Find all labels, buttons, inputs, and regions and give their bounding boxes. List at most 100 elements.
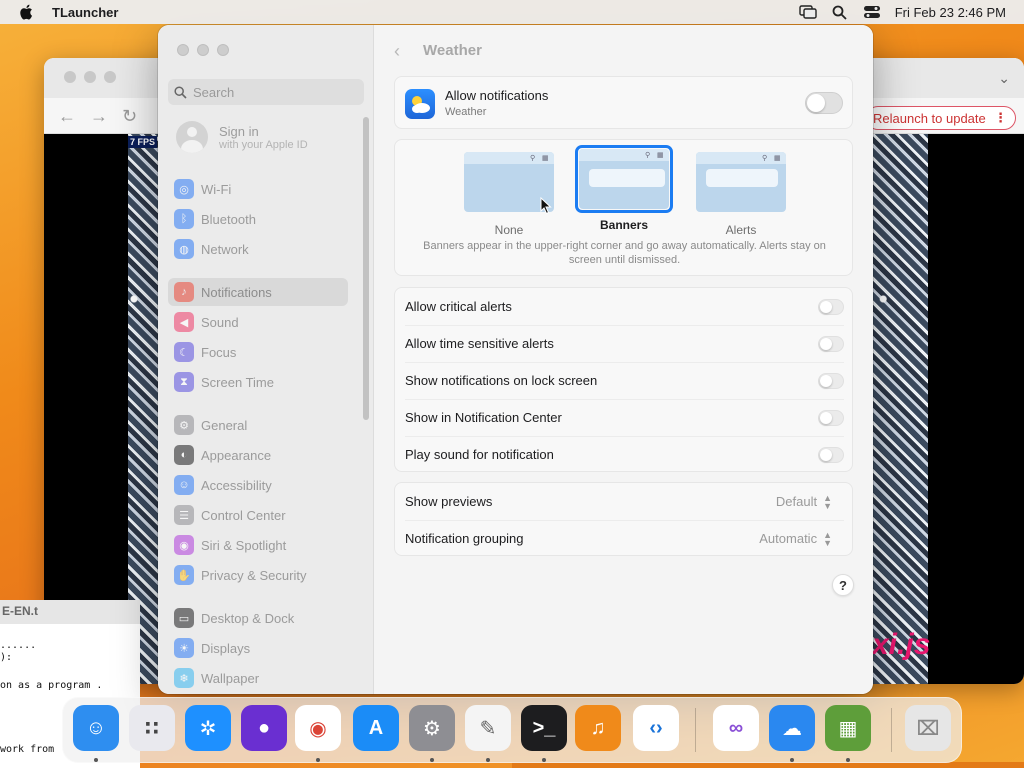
relaunch-update-button[interactable]: Relaunch to update ⋮: [866, 106, 1016, 130]
more-vert-icon[interactable]: ⋮: [994, 110, 1007, 126]
close-window-button[interactable]: [64, 71, 76, 83]
weather-icon[interactable]: ☁: [769, 705, 815, 751]
help-button[interactable]: ?: [832, 574, 854, 596]
notification-grouping-select[interactable]: Automatic ▲ ▼: [759, 530, 832, 547]
accessibility-icon: ☺: [174, 475, 194, 495]
app-name[interactable]: TLauncher: [52, 5, 118, 20]
chrome-icon[interactable]: ◉: [295, 705, 341, 751]
chevron-down-icon[interactable]: ⌄: [998, 70, 1010, 87]
hand-icon: ✋: [174, 565, 194, 585]
style-option-alerts[interactable]: ⚲ ▦ Alerts: [692, 148, 790, 237]
vscode-icon[interactable]: ‹›: [633, 705, 679, 751]
app-store-icon[interactable]: A: [353, 705, 399, 751]
trash-icon[interactable]: ⌧: [905, 705, 951, 751]
style-label-banners: Banners: [599, 218, 649, 232]
terminal-tab[interactable]: E-EN.t: [0, 600, 140, 624]
close-window-button[interactable]: [177, 44, 189, 56]
sidebar-item-network[interactable]: ◍ Network: [168, 235, 348, 263]
allow-notifications-toggle[interactable]: [805, 92, 843, 114]
sidebar-search[interactable]: [168, 79, 364, 105]
time-sensitive-toggle[interactable]: [818, 336, 844, 352]
spotlight-search-icon[interactable]: [831, 4, 849, 20]
screen-mirroring-icon[interactable]: [799, 4, 817, 20]
textedit-icon[interactable]: ✎: [465, 705, 511, 751]
play-sound-toggle[interactable]: [818, 447, 844, 463]
firefox-icon[interactable]: ●: [241, 705, 287, 751]
sidebar-item-accessibility[interactable]: ☺ Accessibility: [168, 471, 348, 499]
running-indicator: [542, 758, 546, 762]
sidebar-item-notifications[interactable]: ♪ Notifications: [168, 278, 348, 306]
safari-icon[interactable]: ✲: [185, 705, 231, 751]
sidebar-item-control-center[interactable]: ☰ Control Center: [168, 501, 348, 529]
option-row: Show previews Default ▲ ▼: [405, 483, 844, 520]
game-canvas-right: [872, 134, 928, 684]
sidebar-item-focus[interactable]: ☾ Focus: [168, 338, 348, 366]
sidebar-item-label: Accessibility: [201, 477, 272, 493]
sidebar-item-desktop-dock[interactable]: ▭ Desktop & Dock: [168, 604, 348, 632]
sidebar-item-bluetooth[interactable]: ᛒ Bluetooth: [168, 205, 348, 233]
dock-icon: ▭: [174, 608, 194, 628]
sidebar-item-label: Desktop & Dock: [201, 610, 295, 626]
launchpad-icon[interactable]: ∷: [129, 705, 175, 751]
sidebar-item-label: Notifications: [201, 284, 272, 300]
control-center-icon: ☰: [174, 505, 194, 525]
running-indicator: [430, 758, 434, 762]
pixi-logo: xi.js: [872, 628, 931, 661]
finder-icon[interactable]: ☺: [73, 705, 119, 751]
relaunch-label: Relaunch to update: [873, 110, 986, 126]
appearance-icon: ◐: [174, 445, 194, 465]
menu-clock[interactable]: Fri Feb 23 2:46 PM: [895, 5, 1006, 20]
back-chevron-icon[interactable]: ‹: [394, 41, 400, 62]
option-label: Allow critical alerts: [405, 299, 512, 314]
minimize-window-button[interactable]: [84, 71, 96, 83]
sidebar-item-screen-time[interactable]: ⧗ Screen Time: [168, 368, 348, 396]
option-label: Show notifications on lock screen: [405, 373, 598, 388]
sidebar-item-label: Siri & Spotlight: [201, 537, 287, 553]
apple-icon[interactable]: [18, 3, 36, 21]
back-icon[interactable]: ←: [58, 106, 76, 127]
sidebar-item-label: Control Center: [201, 507, 286, 523]
garageband-icon[interactable]: ♫: [575, 705, 621, 751]
show-previews-select[interactable]: Default ▲ ▼: [776, 493, 832, 510]
sidebar-item-siri-spotlight[interactable]: ◉ Siri & Spotlight: [168, 531, 348, 559]
sidebar-item-wallpaper[interactable]: ❄ Wallpaper: [168, 664, 348, 692]
sidebar-item-label: Wallpaper: [201, 670, 260, 686]
sidebar-item-appearance[interactable]: ◐ Appearance: [168, 441, 348, 469]
search-input[interactable]: [193, 84, 353, 100]
preview-grouping-card: Show previews Default ▲ ▼ Notification gr…: [394, 482, 853, 556]
sidebar-scrollbar[interactable]: [363, 117, 369, 420]
option-row: Notification grouping Automatic ▲ ▼: [405, 520, 844, 557]
sidebar-item-label: Bluetooth: [201, 211, 256, 227]
sidebar-item-wi-fi[interactable]: ◎ Wi-Fi: [168, 175, 348, 203]
settings-sidebar: Sign in with your Apple ID ◎ Wi-Fi ᛒ Blueto…: [158, 25, 374, 694]
notification-center-toggle[interactable]: [818, 410, 844, 426]
forward-icon[interactable]: →: [90, 106, 108, 127]
apple-id-signin[interactable]: Sign in with your Apple ID: [176, 121, 308, 153]
style-option-banners[interactable]: ⚲ ▦ Banners: [575, 145, 673, 232]
style-thumb-alerts: ⚲ ▦: [696, 152, 786, 212]
reload-icon[interactable]: ↻: [122, 106, 137, 127]
zoom-window-button[interactable]: [104, 71, 116, 83]
control-center-icon[interactable]: [863, 4, 881, 20]
lock-screen-toggle[interactable]: [818, 373, 844, 389]
minimize-window-button[interactable]: [197, 44, 209, 56]
terminal-icon[interactable]: >_: [521, 705, 567, 751]
style-option-none[interactable]: ⚲ ▦ None: [460, 148, 558, 237]
minecraft-icon[interactable]: ▦: [825, 705, 871, 751]
critical-alerts-toggle[interactable]: [818, 299, 844, 315]
gear-icon: ⚙: [174, 415, 194, 435]
weather-app-icon: [405, 89, 435, 119]
sidebar-item-privacy-security[interactable]: ✋ Privacy & Security: [168, 561, 348, 589]
zoom-window-button[interactable]: [217, 44, 229, 56]
visual-studio-icon[interactable]: ∞: [713, 705, 759, 751]
sidebar-item-label: General: [201, 417, 248, 433]
sidebar-item-label: Focus: [201, 344, 237, 360]
sidebar-item-displays[interactable]: ☀ Displays: [168, 634, 348, 662]
sidebar-item-sound[interactable]: ◀ Sound: [168, 308, 348, 336]
running-indicator: [790, 758, 794, 762]
sidebar-item-general[interactable]: ⚙ General: [168, 411, 348, 439]
system-settings-icon[interactable]: ⚙: [409, 705, 455, 751]
bluetooth-icon: ᛒ: [174, 209, 194, 229]
option-row: Allow critical alerts: [405, 288, 844, 325]
bell-icon: ♪: [174, 282, 194, 302]
